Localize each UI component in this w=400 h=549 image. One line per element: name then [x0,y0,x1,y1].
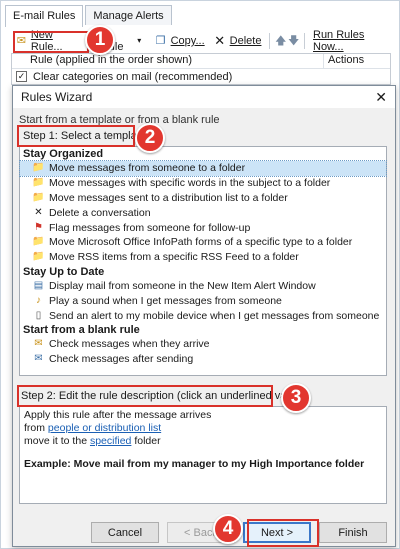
dropdown-arrow-icon: ▾ [137,36,142,45]
rules-list: Rule (applied in the order shown) Action… [11,53,391,85]
sent-mail-icon: ✉ [34,353,43,365]
template-item[interactable]: ✉ Check messages after sending [20,352,386,367]
template-item-label: Display mail from someone in the New Ite… [49,279,316,292]
toolbar-separator [269,33,271,49]
flag-icon: ⚑ [34,221,43,233]
delete-rule-button[interactable]: ✕ Delete [209,31,266,51]
template-item[interactable]: 📁 Move messages sent to a distribution li… [20,191,386,206]
new-rule-button[interactable]: ✉ New Rule... [11,29,87,53]
template-item[interactable]: ♪ Play a sound when I get messages from s… [20,293,386,308]
folder-icon: 📁 [32,177,45,189]
callout-badge-4: 4 [213,514,243,544]
callout-badge-1: 1 [85,25,115,55]
template-item[interactable]: ✕ Delete a conversation [20,205,386,220]
wizard-button-bar: Cancel < Back Next > Finish [19,522,387,546]
template-item[interactable]: ▯ Send an alert to my mobile device when … [20,308,386,323]
copy-label: Copy... [170,35,205,47]
folder-icon: 📁 [32,251,45,263]
run-rules-now-button[interactable]: Run Rules Now... [309,29,395,53]
rule-row-label: Clear categories on mail (recommended) [33,70,233,83]
alert-window-icon: ▤ [33,279,44,291]
tab-strip: E-mail Rules Manage Alerts [5,5,174,27]
tab-email-rules[interactable]: E-mail Rules [5,5,84,27]
template-item-label: Move messages with specific words in the… [49,177,331,190]
new-rule-icon: ✉ [16,35,27,47]
copy-rule-button[interactable]: ❐ Copy... [150,31,209,51]
delete-icon: ✕ [214,33,226,48]
template-item[interactable]: ▤ Display mail from someone in the New It… [20,279,386,294]
template-item[interactable]: ✉ Check messages when they arrive [20,337,386,352]
group-title-blank-rule: Start from a blank rule [23,323,140,336]
rules-wizard-dialog: Rules Wizard ✕ Start from a template or … [12,85,396,547]
template-item[interactable]: 📁 Move RSS items from a specific RSS Feed… [20,250,386,265]
cancel-button[interactable]: Cancel [91,522,159,543]
toolbar-separator-2 [304,33,305,49]
step1-label: Step 1: Select a template [23,130,146,142]
rules-toolbar: ✉ New Rule... e Rule ▾ ❐ Copy... ✕ Delet… [11,29,395,53]
rule-description-box: Apply this rule after the message arrive… [19,406,387,504]
template-list: Stay Organized 📁 Move messages from someo… [19,146,387,376]
column-header-actions[interactable]: Actions [324,54,364,68]
template-item-label: Move messages from someone to a folder [49,162,246,175]
template-item-label: Check messages when they arrive [49,338,210,351]
template-item-label: Move messages sent to a distribution lis… [49,191,288,204]
template-item[interactable]: ⚑ Flag messages from someone for follow-u… [20,220,386,235]
desc-line-2: from people or distribution list [24,422,382,435]
close-icon[interactable]: ✕ [375,89,387,106]
template-item-label: Send an alert to my mobile device when I… [49,309,380,322]
copy-icon: ❐ [155,35,166,47]
desc-line-3: move it to the specified folder [24,435,382,448]
template-item[interactable]: 📁 Move messages from someone to a folder [19,160,387,177]
column-header-rule[interactable]: Rule (applied in the order shown) [12,54,324,68]
template-item-label: Flag messages from someone for follow-up [49,221,251,234]
specified-folder-link[interactable]: specified [90,435,131,447]
move-down-icon[interactable]: 🡇 [287,34,300,48]
rule-enabled-checkbox[interactable]: ✓ [16,71,27,82]
desc-folder-suffix: folder [131,435,161,447]
group-title-stay-up-to-date: Stay Up to Date [23,265,105,278]
delete-label: Delete [229,35,262,47]
rule-row[interactable]: ✓ Clear categories on mail (recommended) [12,69,390,84]
folder-icon: 📁 [32,236,45,248]
folder-icon: 📁 [32,191,45,203]
template-item-label: Check messages after sending [49,353,194,366]
template-item[interactable]: 📁 Move Microsoft Office InfoPath forms of… [20,235,386,250]
tab-manage-alerts[interactable]: Manage Alerts [85,5,172,25]
finish-button[interactable]: Finish [319,522,387,543]
template-item-label: Delete a conversation [49,206,151,219]
template-item-label: Move Microsoft Office InfoPath forms of … [49,236,353,249]
wizard-title-bar: Rules Wizard ✕ [13,86,395,108]
template-item-label: Move RSS items from a specific RSS Feed … [49,251,299,264]
move-up-icon[interactable]: 🡅 [274,34,287,48]
next-button[interactable]: Next > [243,522,311,543]
desc-line-1: Apply this rule after the message arrive… [24,409,212,421]
rules-list-header: Rule (applied in the order shown) Action… [12,54,390,69]
run-rules-label: Run Rules Now... [313,29,365,53]
sound-icon: ♪ [36,294,41,306]
start-instruction: Start from a template or from a blank ru… [19,114,220,126]
mobile-icon: ▯ [35,309,42,321]
desc-from-prefix: from [24,422,48,434]
rules-and-alerts-window: E-mail Rules Manage Alerts ✉ New Rule...… [0,0,400,549]
delete-x-icon: ✕ [34,206,43,218]
step2-label: Step 2: Edit the rule description (click… [21,390,305,402]
callout-badge-3: 3 [281,383,311,413]
new-rule-label: New Rule... [30,29,63,53]
template-item[interactable]: 📁 Move messages with specific words in th… [20,176,386,191]
folder-icon: 📁 [32,162,45,174]
callout-badge-2: 2 [135,123,165,153]
example-text: Example: Move mail from my manager to my… [24,458,365,470]
envelope-icon: ✉ [34,338,43,350]
group-title-stay-organized: Stay Organized [23,148,104,160]
template-item-label: Play a sound when I get messages from so… [49,294,282,307]
desc-move-prefix: move it to the [24,435,90,447]
people-or-distribution-list-link[interactable]: people or distribution list [48,422,161,434]
wizard-title: Rules Wizard [21,90,93,104]
